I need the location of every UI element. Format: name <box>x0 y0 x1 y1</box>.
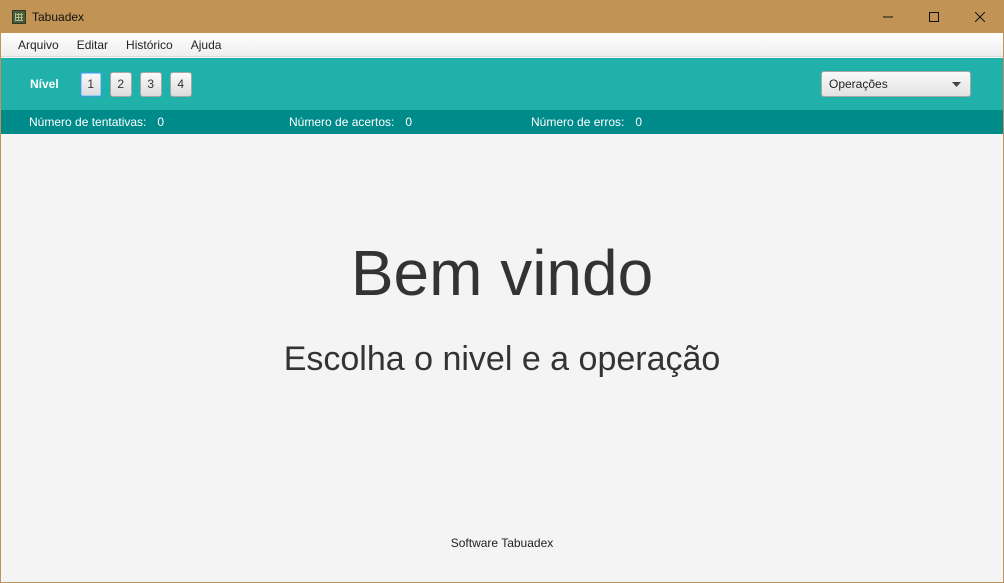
operations-select-value: Operações <box>829 77 888 91</box>
level-toolbar: Nível 1 2 3 4 Operações <box>1 58 1003 110</box>
level-2-button[interactable]: 2 <box>109 71 132 97</box>
stat-acertos: Número de acertos: 0 <box>289 110 412 134</box>
minimize-button[interactable] <box>865 1 911 33</box>
maximize-button[interactable] <box>911 1 957 33</box>
stat-erros: Número de erros: 0 <box>531 110 642 134</box>
app-window: Tabuadex Arquivo Editar Histórico Ajuda … <box>0 0 1004 583</box>
stats-bar: Número de tentativas: 0 Número de acerto… <box>1 110 1003 134</box>
minimize-icon <box>883 16 893 18</box>
stat-tentativas-value: 0 <box>157 115 165 129</box>
stat-erros-label: Número de erros: <box>531 115 625 129</box>
menu-bar: Arquivo Editar Histórico Ajuda <box>1 33 1003 57</box>
app-icon <box>12 10 26 24</box>
welcome-heading: Bem vindo <box>350 237 654 309</box>
window-title: Tabuadex <box>32 10 85 24</box>
operations-select[interactable]: Operações <box>821 71 971 97</box>
chevron-down-icon <box>952 82 961 87</box>
close-button[interactable] <box>957 1 1003 33</box>
title-bar[interactable]: Tabuadex <box>1 1 1003 33</box>
footer-text: Software Tabuadex <box>450 536 554 550</box>
level-3-button[interactable]: 3 <box>139 71 162 97</box>
menu-arquivo[interactable]: Arquivo <box>9 33 68 57</box>
menu-editar[interactable]: Editar <box>68 33 117 57</box>
menu-historico[interactable]: Histórico <box>117 33 182 57</box>
close-icon <box>975 12 985 22</box>
stat-tentativas-label: Número de tentativas: <box>29 115 147 129</box>
stat-acertos-label: Número de acertos: <box>289 115 395 129</box>
window-controls <box>865 1 1003 33</box>
stat-acertos-value: 0 <box>405 115 413 129</box>
stat-tentativas: Número de tentativas: 0 <box>29 110 164 134</box>
level-1-button[interactable]: 1 <box>79 71 102 97</box>
instruction-text: Escolha o nivel e a operação <box>283 340 721 378</box>
menu-ajuda[interactable]: Ajuda <box>182 33 231 57</box>
stat-erros-value: 0 <box>635 115 643 129</box>
main-content: Bem vindo Escolha o nivel e a operação S… <box>1 134 1003 582</box>
level-4-button[interactable]: 4 <box>169 71 192 97</box>
nivel-label: Nível <box>30 77 59 91</box>
maximize-icon <box>929 12 939 22</box>
